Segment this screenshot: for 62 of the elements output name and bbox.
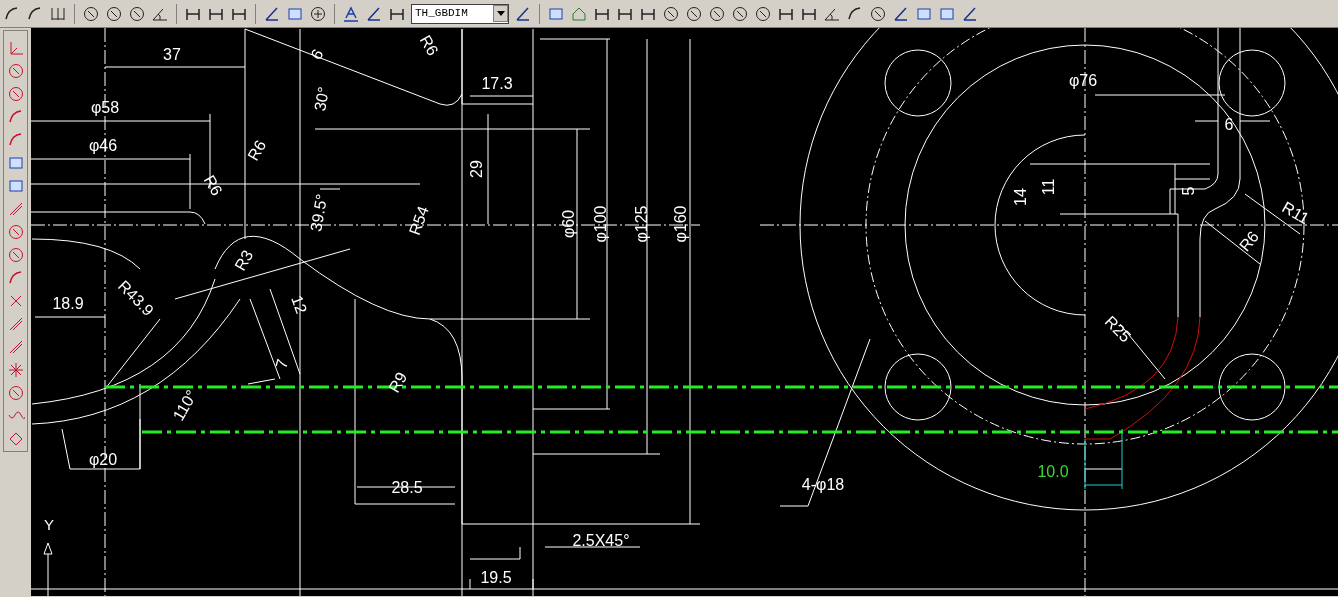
- dimension-label: R11: [1279, 198, 1313, 228]
- dimension-label: 6: [1224, 116, 1234, 134]
- dimension-label: 6: [307, 46, 327, 63]
- plus-circle-icon[interactable]: [309, 4, 327, 23]
- box-icon[interactable]: [6, 177, 25, 195]
- dimension-label: 17.3: [481, 75, 513, 93]
- dimension-label: 29: [468, 160, 486, 178]
- dimension-label: φ76: [1068, 72, 1098, 90]
- dimension-label: R54: [405, 203, 432, 238]
- circle-icon[interactable]: [6, 246, 25, 264]
- dimension-label: R6: [200, 172, 226, 199]
- bolt-hole: [1218, 353, 1286, 421]
- dimension-label: 5: [1180, 186, 1198, 196]
- dimension-label: R3: [231, 247, 257, 274]
- dimension-label: 4-φ18: [801, 476, 845, 494]
- circle-icon[interactable]: [105, 4, 123, 23]
- dimension-label: 30°: [311, 85, 333, 113]
- dimension-label: 39.5°: [307, 192, 331, 233]
- circle-icon[interactable]: [128, 4, 146, 23]
- dropdown-caret-icon[interactable]: [493, 5, 508, 22]
- dimension-label: 37: [163, 46, 181, 64]
- axis-label: Y: [44, 515, 54, 533]
- circle-icon[interactable]: [6, 384, 25, 402]
- dimension-label: R6: [416, 32, 442, 59]
- dimension-label: R6: [1235, 227, 1263, 255]
- circle-icon[interactable]: [662, 4, 680, 23]
- dimension-label: φ60: [560, 209, 578, 239]
- dimension-label: R6: [244, 137, 270, 164]
- dimension-style-dropdown[interactable]: TH_GBDIM: [411, 3, 509, 24]
- text-style-icon[interactable]: [342, 4, 360, 23]
- circle-icon[interactable]: [82, 4, 100, 23]
- dimension-label: φ20: [88, 451, 118, 469]
- asterisk-icon[interactable]: [6, 361, 25, 379]
- dimension-label: 7: [272, 357, 292, 371]
- dimension-label: R9: [385, 369, 411, 396]
- dimension-label: 10.0: [1037, 463, 1069, 481]
- dimension-label: 18.9: [52, 295, 84, 313]
- dimension-label: φ160: [672, 205, 690, 243]
- box-icon[interactable]: [6, 154, 25, 172]
- circle-icon[interactable]: [685, 4, 703, 23]
- dimension-label: 28.5: [391, 479, 423, 497]
- bolt-hole: [884, 353, 952, 421]
- dimension-label: 2.5X45°: [572, 532, 630, 550]
- circle-icon[interactable]: [731, 4, 749, 23]
- bolt-hole: [1218, 49, 1286, 117]
- dimension-label: 12: [288, 293, 311, 316]
- circle-icon[interactable]: [6, 62, 25, 80]
- dimension-label: R25: [1101, 312, 1135, 346]
- dimension-label: φ100: [592, 205, 610, 243]
- circle-icon[interactable]: [754, 4, 772, 23]
- circle-icon[interactable]: [708, 4, 726, 23]
- circle-icon[interactable]: [6, 223, 25, 241]
- dimension-label: φ125: [633, 205, 651, 243]
- bolt-hole: [884, 49, 952, 117]
- circle-icon[interactable]: [869, 4, 887, 23]
- dimension-label: 11: [1040, 178, 1058, 196]
- axis-arrow-icon: [43, 542, 53, 555]
- dimension-label: 14: [1012, 188, 1030, 206]
- circle-icon[interactable]: [6, 85, 25, 103]
- dimension-label: 19.5: [480, 569, 512, 587]
- dimension-label: φ46: [88, 137, 118, 155]
- dimension-label: φ58: [90, 99, 120, 117]
